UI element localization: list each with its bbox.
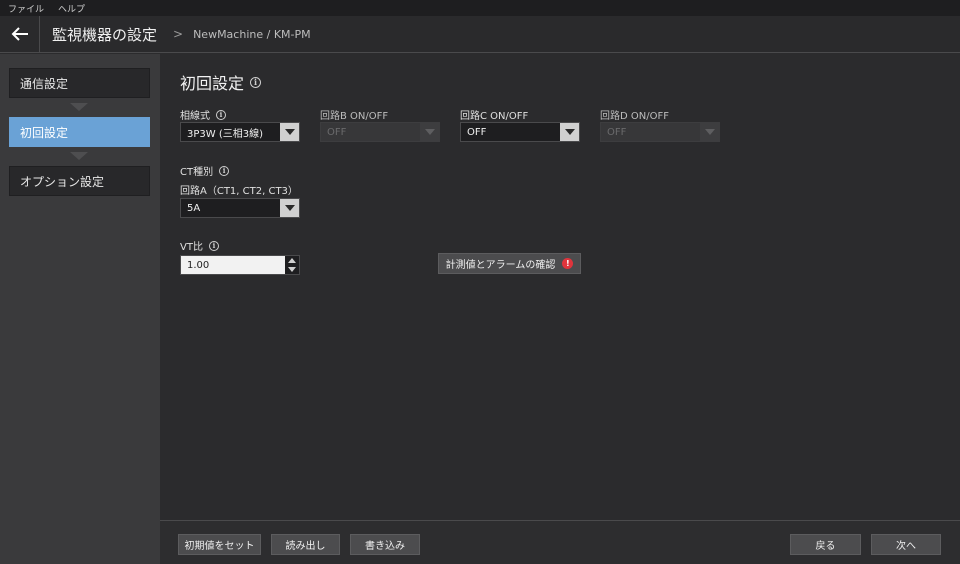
vt-ratio-label: VT比 i xyxy=(180,238,219,253)
phase-label: 相線式 i xyxy=(180,107,226,122)
vt-ratio-stepper xyxy=(180,255,300,275)
back-button[interactable] xyxy=(0,15,40,53)
section-title: 初回設定 i xyxy=(180,70,262,94)
read-button[interactable]: 読み出し xyxy=(271,534,340,555)
chevron-down-icon xyxy=(420,123,439,141)
circuit-b-label: 回路B ON/OFF xyxy=(320,111,389,122)
circuit-b-select: OFF xyxy=(320,122,440,142)
menu-bar: ファイル ヘルプ xyxy=(0,0,960,16)
title-bar: 監視機器の設定 > NewMachine / KM-PM xyxy=(0,15,960,53)
info-icon[interactable]: i xyxy=(250,76,262,88)
step-communication-settings[interactable]: 通信設定 xyxy=(9,68,150,98)
circuit-d-select: OFF xyxy=(600,122,720,142)
arrow-left-icon xyxy=(11,27,28,41)
chevron-down-icon[interactable] xyxy=(280,199,299,217)
chevron-down-icon xyxy=(700,123,719,141)
alert-icon: ! xyxy=(562,258,574,269)
chevron-down-icon[interactable] xyxy=(280,123,299,141)
check-measurements-button[interactable]: 計測値とアラームの確認 ! xyxy=(438,253,581,274)
step-option-settings[interactable]: オプション設定 xyxy=(9,166,150,196)
ct-type-select[interactable]: 5A xyxy=(180,198,300,218)
circuit-c-select[interactable]: OFF xyxy=(460,122,580,142)
breadcrumb: NewMachine / KM-PM xyxy=(193,27,311,41)
info-icon[interactable]: i xyxy=(219,165,230,176)
step-initial-settings[interactable]: 初回設定 xyxy=(9,117,150,147)
decrement-icon[interactable] xyxy=(285,265,299,274)
step-sidebar: 通信設定 初回設定 オプション設定 xyxy=(0,54,160,564)
page-title: 監視機器の設定 xyxy=(52,25,158,44)
back-step-button[interactable]: 戻る xyxy=(790,534,861,555)
step-arrow-icon xyxy=(70,152,88,160)
menu-file[interactable]: ファイル xyxy=(8,2,44,15)
circuit-d-label: 回路D ON/OFF xyxy=(600,111,669,122)
footer-bar: 初期値をセット 読み出し 書き込み 戻る 次へ xyxy=(160,520,960,564)
step-label: 通信設定 xyxy=(20,76,69,91)
ct-type-label: CT種別 i xyxy=(180,163,230,178)
increment-icon[interactable] xyxy=(285,256,299,265)
info-icon[interactable]: i xyxy=(208,240,219,251)
next-step-button[interactable]: 次へ xyxy=(871,534,941,555)
write-button[interactable]: 書き込み xyxy=(350,534,420,555)
set-defaults-button[interactable]: 初期値をセット xyxy=(178,534,261,555)
vt-ratio-input[interactable] xyxy=(181,256,285,274)
main-panel: 初回設定 i 相線式 i 3P3W (三相3線) 回路B ON/OFF OFF … xyxy=(160,54,960,520)
phase-select[interactable]: 3P3W (三相3線) xyxy=(180,122,300,142)
step-label: 初回設定 xyxy=(20,125,69,140)
spinner-buttons xyxy=(285,256,299,274)
circuit-c-label: 回路C ON/OFF xyxy=(460,111,529,122)
chevron-down-icon[interactable] xyxy=(560,123,579,141)
step-arrow-icon xyxy=(70,103,88,111)
step-label: オプション設定 xyxy=(20,174,105,189)
menu-help[interactable]: ヘルプ xyxy=(58,2,85,15)
info-icon[interactable]: i xyxy=(216,109,226,120)
circuit-a-label: 回路A（CT1, CT2, CT3） xyxy=(180,186,298,197)
breadcrumb-separator: > xyxy=(173,27,184,41)
